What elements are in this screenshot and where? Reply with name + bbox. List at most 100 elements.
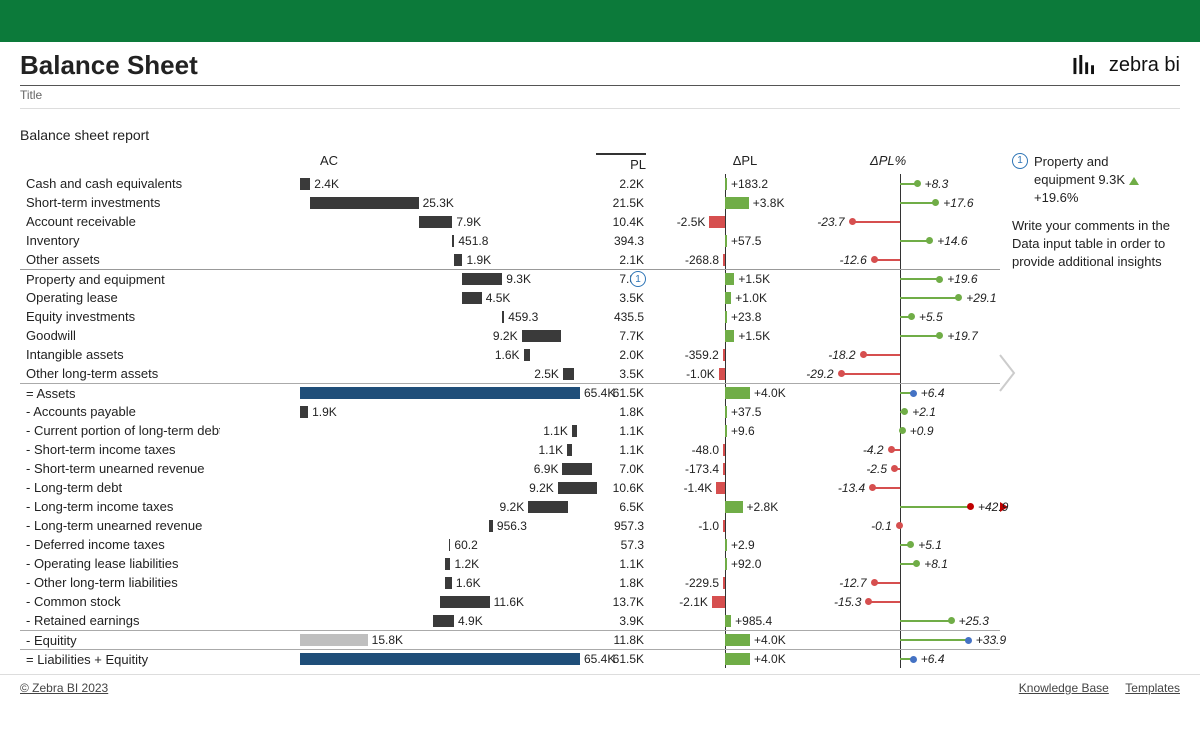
footer-templates-link[interactable]: Templates [1125, 681, 1180, 695]
row-label: Cash and cash equivalents [20, 176, 220, 191]
delta-pl-cell: +2.8K [650, 497, 800, 516]
delta-plp-cell: -13.4 [800, 478, 1000, 497]
page-title: Balance Sheet [20, 50, 198, 81]
brand-logo: zebra bi [1072, 54, 1180, 77]
footer-kb-link[interactable]: Knowledge Base [1019, 681, 1109, 695]
ac-value: 9.2K [493, 329, 518, 343]
delta-pl-cell: -48.0 [650, 440, 800, 459]
delta-pl-value: +4.0K [754, 386, 786, 400]
footer-copyright[interactable]: © Zebra BI 2023 [20, 681, 108, 695]
delta-plp-cell: +8.3 [800, 174, 1000, 193]
delta-pl-cell: +985.4 [650, 611, 800, 630]
ac-value: 1.6K [456, 576, 481, 590]
delta-pl-value: +23.8 [731, 310, 761, 324]
delta-plp-cell: +42.9 [800, 497, 1000, 516]
ac-bar-cell: 7.9K [220, 212, 580, 231]
delta-pl-value: +57.5 [731, 234, 761, 248]
ac-bar-cell: 9.3K [220, 270, 580, 288]
ac-bar-cell: 65.4K [220, 650, 580, 668]
pl-value: 2.0K [580, 348, 650, 362]
delta-plp-value: -18.2 [828, 348, 855, 362]
ac-value: 1.1K [543, 424, 568, 438]
delta-pl-value: -1.0 [698, 519, 719, 533]
ac-bar-cell: 1.2K [220, 554, 580, 573]
delta-pl-cell: +92.0 [650, 554, 800, 573]
ac-bar-cell: 4.9K [220, 611, 580, 630]
pl-value: 3.9K [580, 614, 650, 628]
ac-value: 65.4K [584, 386, 615, 400]
ac-bar-cell: 2.4K [220, 174, 580, 193]
table-row: Other long-term assets2.5K3.5K-1.0K-29.2 [20, 364, 1000, 383]
annotation-pct: +19.6% [1034, 189, 1139, 207]
pl-value: 11.8K [580, 633, 650, 647]
annotation-marker-icon: 1 [1012, 153, 1028, 169]
delta-plp-value: +19.7 [947, 329, 977, 343]
pl-value: 2.2K [580, 177, 650, 191]
table-row: Inventory451.8394.3+57.5+14.6 [20, 231, 1000, 250]
delta-pl-value: -48.0 [692, 443, 719, 457]
row-label: Operating lease [20, 290, 220, 305]
row-label: = Assets [20, 386, 220, 401]
delta-plp-cell: -12.6 [800, 250, 1000, 269]
ac-value: 956.3 [497, 519, 527, 533]
delta-pl-cell: -229.5 [650, 573, 800, 592]
delta-pl-value: +2.9 [731, 538, 755, 552]
delta-plp-cell: +29.1 [800, 288, 1000, 307]
delta-plp-value: +6.4 [921, 386, 945, 400]
ac-bar-cell: 1.9K [220, 250, 580, 269]
table-row: - Long-term unearned revenue956.3957.3-1… [20, 516, 1000, 535]
pl-value: 1.8K [580, 405, 650, 419]
ac-bar-cell: 25.3K [220, 193, 580, 212]
delta-plp-value: +17.6 [943, 196, 973, 210]
delta-plp-cell: +19.6 [800, 270, 1000, 288]
pl-value: 1.1K [580, 557, 650, 571]
pl-value: 7.7K [580, 329, 650, 343]
row-label: - Common stock [20, 594, 220, 609]
delta-pl-value: +2.8K [747, 500, 779, 514]
table-row: - Other long-term liabilities1.6K1.8K-22… [20, 573, 1000, 592]
delta-plp-cell: +6.4 [800, 384, 1000, 402]
ac-value: 1.9K [312, 405, 337, 419]
table-row: Intangible assets1.6K2.0K-359.2-18.2 [20, 345, 1000, 364]
delta-plp-cell: +0.9 [800, 421, 1000, 440]
delta-pl-cell: +1.5K [650, 326, 800, 345]
pl-value: 6.5K [580, 500, 650, 514]
row-label: - Short-term income taxes [20, 442, 220, 457]
balance-sheet-grid: AC PL ΔPL ΔPL% Cash and cash equivalents… [20, 153, 1000, 668]
delta-plp-cell: -29.2 [800, 364, 1000, 383]
scroll-right-icon[interactable] [998, 353, 1018, 396]
delta-plp-value: +5.5 [919, 310, 943, 324]
table-row: - Retained earnings4.9K3.9K+985.4+25.3 [20, 611, 1000, 630]
delta-plp-cell: +33.9 [800, 631, 1000, 649]
table-row: - Operating lease liabilities1.2K1.1K+92… [20, 554, 1000, 573]
table-row: = Liabilities + Equitity65.4K61.5K+4.0K+… [20, 649, 1000, 668]
delta-pl-cell: -1.4K [650, 478, 800, 497]
delta-plp-cell: +8.1 [800, 554, 1000, 573]
ac-value: 4.9K [458, 614, 483, 628]
delta-pl-cell: +3.8K [650, 193, 800, 212]
delta-pl-value: -2.1K [679, 595, 708, 609]
delta-plp-value: -23.7 [817, 215, 844, 229]
row-label: Goodwill [20, 328, 220, 343]
delta-pl-value: -1.0K [686, 367, 715, 381]
row-label: = Liabilities + Equitity [20, 652, 220, 667]
annotation-panel: 1 Property and equipment 9.3K +19.6% Wri… [1012, 153, 1180, 668]
delta-pl-value: +183.2 [731, 177, 768, 191]
ac-bar-cell: 9.2K [220, 478, 580, 497]
ac-bar-cell: 956.3 [220, 516, 580, 535]
row-label: - Deferred income taxes [20, 537, 220, 552]
delta-pl-cell: +1.0K [650, 288, 800, 307]
col-header-dpl: ΔPL [650, 153, 800, 172]
delta-plp-cell: -12.7 [800, 573, 1000, 592]
delta-plp-cell: +5.1 [800, 535, 1000, 554]
table-row: Cash and cash equivalents2.4K2.2K +183.2 +… [20, 174, 1000, 193]
delta-plp-value: -29.2 [806, 367, 833, 381]
table-row: - Short-term unearned revenue6.9K7.0K-17… [20, 459, 1000, 478]
ac-bar-cell: 15.8K [220, 631, 580, 649]
ac-value: 15.8K [372, 633, 403, 647]
ac-value: 65.4K [584, 652, 615, 666]
table-row: Other assets1.9K2.1K-268.8-12.6 [20, 250, 1000, 269]
row-label: - Long-term unearned revenue [20, 518, 220, 533]
ac-bar-cell: 1.1K [220, 440, 580, 459]
delta-plp-value: +6.4 [921, 652, 945, 666]
